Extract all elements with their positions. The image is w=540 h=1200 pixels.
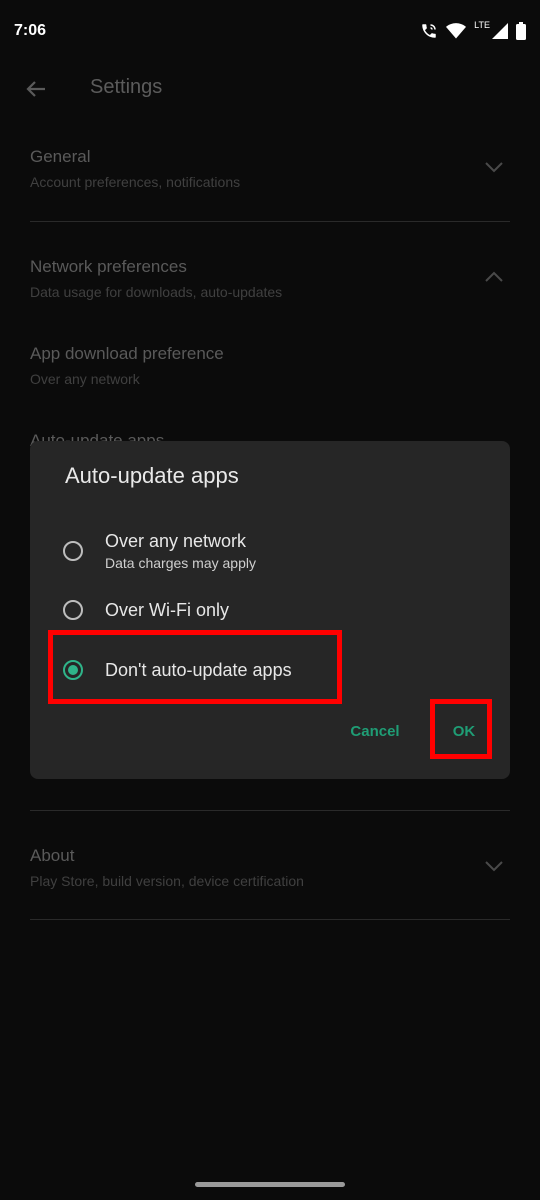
status-icons: LTE: [420, 20, 526, 40]
back-button[interactable]: [22, 75, 50, 103]
radio-button[interactable]: [63, 600, 83, 620]
chevron-down-icon: [485, 162, 503, 173]
option-label: Over Wi-Fi only: [105, 599, 230, 620]
settings-network-preferences[interactable]: Network preferences Data usage for downl…: [30, 257, 510, 307]
option-over-wifi-only[interactable]: Over Wi-Fi only: [60, 586, 480, 634]
battery-icon: [516, 22, 526, 40]
network-subtitle: Data usage for downloads, auto-updates: [30, 284, 283, 300]
network-title: Network preferences: [30, 257, 187, 276]
status-bar: 7:06 LTE: [0, 0, 540, 62]
settings-general[interactable]: General Account preferences, notificatio…: [30, 147, 510, 197]
arrow-back-icon: [26, 81, 45, 97]
lte-label: LTE: [474, 20, 490, 30]
highlight-box-ok: [430, 699, 492, 759]
divider: [30, 919, 510, 920]
radio-button[interactable]: [63, 541, 83, 561]
option-text: Over any network Data charges may apply: [105, 531, 256, 571]
option-label: Over any network: [105, 531, 247, 551]
chevron-up-icon: [485, 271, 503, 282]
option-subtitle: Data charges may apply: [105, 555, 256, 571]
highlight-box-option: [48, 630, 342, 704]
option-over-any-network[interactable]: Over any network Data charges may apply: [60, 527, 480, 575]
dialog-title: Auto-update apps: [65, 463, 239, 488]
app-bar: Settings: [0, 62, 540, 114]
divider: [30, 810, 510, 811]
cancel-button[interactable]: Cancel: [340, 715, 410, 747]
status-time: 7:06: [14, 22, 47, 39]
app-download-subtitle: Over any network: [30, 371, 140, 387]
settings-about[interactable]: About Play Store, build version, device …: [30, 846, 510, 896]
about-title: About: [30, 846, 75, 865]
app-download-title: App download preference: [30, 344, 224, 363]
divider: [30, 221, 510, 222]
about-subtitle: Play Store, build version, device certif…: [30, 873, 304, 889]
wifi-icon: [446, 22, 467, 40]
wifi-calling-icon: [420, 22, 438, 40]
page-title: Settings: [90, 76, 163, 98]
general-title: General: [30, 147, 91, 166]
cell-signal-icon: [492, 23, 508, 39]
chevron-down-icon: [485, 861, 503, 872]
settings-app-download-preference[interactable]: App download preference Over any network: [30, 344, 510, 394]
general-subtitle: Account preferences, notifications: [30, 174, 241, 190]
option-text: Over Wi-Fi only: [105, 600, 229, 621]
navigation-handle[interactable]: [195, 1182, 345, 1187]
screen: 7:06 LTE Settings General Account prefer…: [0, 0, 540, 1200]
